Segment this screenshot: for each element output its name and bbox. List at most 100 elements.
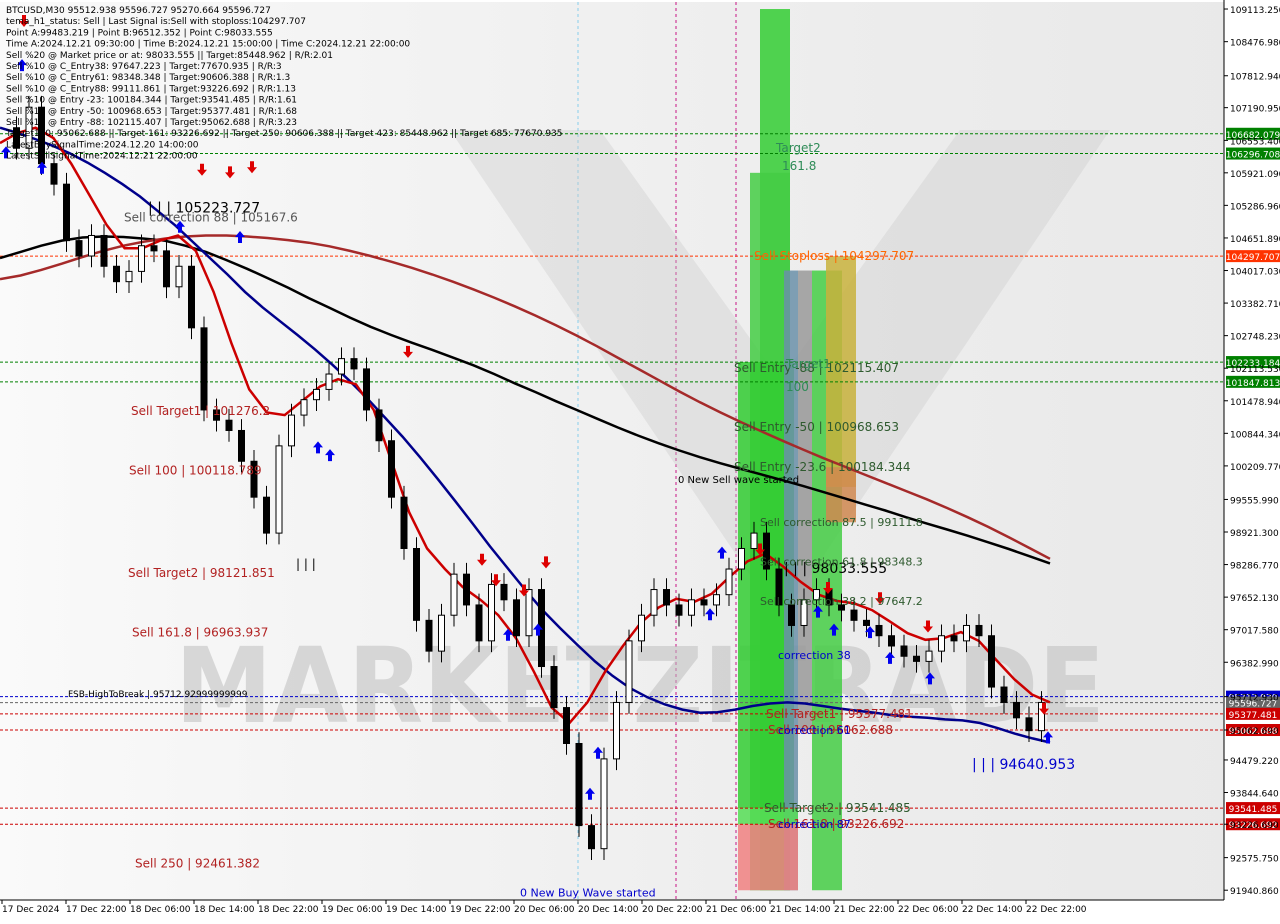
candle (413, 537, 420, 632)
info-line: BTCUSD,M30 95512.938 95596.727 95270.664… (6, 6, 271, 16)
left-label: Sell correction 88 | 105167.6 (124, 211, 298, 225)
x-tick-label: 21 Dec 14:00 (770, 905, 831, 915)
candle (188, 254, 195, 340)
x-tick-label: 20 Dec 06:00 (514, 905, 575, 915)
right-label: Sell Entry -50 | 100968.653 (734, 420, 899, 434)
info-line: Target100: 95062.688 || Target 161: 9322… (5, 129, 563, 139)
info-line: LatestBuySignalTime:2024.12.20 14:00:00 (6, 140, 199, 150)
candle (400, 485, 408, 560)
right-label: correction 61 (778, 724, 851, 737)
svg-text:93541.485: 93541.485 (1229, 805, 1278, 815)
info-line: Point A:99483.219 | Point B:96512.352 | … (6, 28, 273, 38)
x-tick-label: 20 Dec 22:00 (642, 905, 703, 915)
y-tick-label: 104651.890 (1230, 235, 1280, 245)
right-label: 161.8 (782, 159, 816, 173)
y-tick-label: 91940.860 (1230, 887, 1279, 897)
candle (63, 172, 70, 252)
x-tick-label: 19 Dec 22:00 (450, 905, 511, 915)
x-tick-label: 18 Dec 14:00 (194, 905, 255, 915)
svg-text:95377.481: 95377.481 (1229, 711, 1278, 721)
y-tick-label: 104017.030 (1230, 268, 1280, 278)
y-tick-label: 100209.770 (1230, 463, 1280, 473)
right-label: Target2 (775, 141, 821, 155)
left-label: Sell 100 | 100118.789 (129, 464, 262, 478)
y-tick-label: 99555.990 (1230, 496, 1279, 506)
right-label: 100 (786, 380, 809, 394)
x-tick-label: 17 Dec 22:00 (66, 905, 127, 915)
x-tick-label: 20 Dec 14:00 (578, 905, 639, 915)
right-label: Sell correction 87.5 | 99111.8 (760, 516, 923, 529)
green-level-2-badge: 106296.708 (1226, 147, 1280, 161)
y-tick-label: 101478.940 (1230, 398, 1280, 408)
candle (988, 624, 995, 699)
right-label: | | | 94640.953 (972, 757, 1075, 773)
y-tick-label: 105286.960 (1230, 202, 1280, 212)
y-tick-label: 97017.580 (1230, 627, 1279, 637)
info-line: Sell %10 @ Entry -50: 100968.653 | Targe… (6, 107, 297, 117)
info-line: Sell %10 @ C_Entry61: 98348.348 | Target… (6, 73, 290, 83)
y-tick-label: 98921.300 (1230, 529, 1279, 539)
right-label: 0 New Sell wave started (678, 475, 799, 486)
right-label: Sell Entry -23.6 | 100184.344 (734, 460, 910, 474)
green-level-4-badge: 101847.813 (1226, 375, 1280, 389)
x-tick-label: 21 Dec 22:00 (834, 905, 895, 915)
x-tick-label: 22 Dec 22:00 (1026, 905, 1087, 915)
right-label: Sell Target1 | 95377.481 (766, 707, 913, 721)
red-zone (738, 824, 798, 891)
left-label: Sell Target1 | 101276.2 (131, 404, 270, 418)
watermark-text: MARKETZITRADE (175, 625, 1105, 747)
right-label: correction 38 (778, 649, 851, 662)
info-line: Sell %10 @ C_Entry88: 99111.861 | Target… (6, 84, 296, 94)
left-label: | | | (296, 557, 316, 571)
candle (613, 691, 620, 771)
y-tick-label: 106553.400 (1230, 137, 1280, 147)
sell-target2-level-badge: 93541.485 (1226, 802, 1280, 815)
left-label: FSB-HighToBreak | 95712.92999999999 (68, 690, 248, 700)
right-label: Sell correction 38.2 | 97647.2 (760, 595, 923, 608)
y-tick-label: 103382.710 (1230, 300, 1280, 310)
right-label: Sell correction 61.8 | 98348.3 (760, 555, 923, 568)
info-line: Sell %10 @ Entry -23: 100184.344 | Targe… (6, 96, 297, 106)
svg-text:106296.708: 106296.708 (1226, 151, 1280, 161)
x-tick-label: 18 Dec 22:00 (258, 905, 319, 915)
info-line: Sell %20 @ Market price or at: 98033.555… (6, 51, 333, 61)
y-tick-label: 107812.940 (1230, 73, 1280, 83)
x-tick-label: 19 Dec 14:00 (386, 905, 447, 915)
left-label: Sell 250 | 92461.382 (135, 856, 260, 870)
x-tick-label: 18 Dec 06:00 (130, 905, 191, 915)
candle (600, 747, 608, 860)
candle (575, 732, 583, 837)
info-line: LatestSellSignalTime:2024.12.21 22:00:00 (6, 152, 198, 162)
info-line: Sell %10 @ Entry -88: 102115.407 | Targe… (6, 118, 297, 128)
info-line: tema_h1_status: Sell | Last Signal is:Se… (6, 17, 306, 27)
y-tick-label: 97652.130 (1230, 594, 1279, 604)
right-label: Sell Stoploss | 104297.707 (754, 249, 914, 263)
sell-target1-level-badge: 95377.481 (1226, 707, 1280, 721)
candle (625, 629, 633, 714)
x-tick-label: 21 Dec 06:00 (706, 905, 767, 915)
x-tick-label: 19 Dec 06:00 (322, 905, 383, 915)
y-tick-label: 102113.530 (1230, 365, 1280, 375)
y-tick-label: 107190.950 (1230, 105, 1280, 115)
left-label: Sell 161.8 | 96963.937 (132, 625, 268, 639)
y-tick-label: 100844.340 (1230, 430, 1280, 440)
right-label: correction 87 (778, 818, 851, 831)
y-tick-label: 109113.250 (1230, 6, 1280, 16)
y-tick-label: 93226.690 (1230, 821, 1279, 831)
y-tick-label: 105921.090 (1230, 170, 1280, 180)
y-tick-label: 108476.980 (1230, 39, 1280, 49)
y-tick-label: 102748.230 (1230, 333, 1280, 343)
candle (488, 573, 495, 653)
y-tick-label: 93844.640 (1230, 790, 1279, 800)
x-tick-label: 17 Dec 2024 (2, 905, 60, 915)
right-label: 0 New Buy Wave started (520, 886, 656, 899)
chart-window: MARKETZITRADE 104297.707 106682.079 106296… (0, 0, 1280, 920)
info-line: Sell %10 @ C_Entry38: 97647.223 | Target… (6, 62, 282, 72)
sell-stoploss-level-badge: 104297.707 (1226, 250, 1280, 263)
price-chart[interactable]: MARKETZITRADE 104297.707106682.079106296… (0, 0, 1280, 920)
y-tick-label: 95062.690 (1230, 727, 1279, 737)
y-tick-label: 95712.930 (1230, 694, 1279, 704)
right-label: Sell Target2 | 93541.485 (764, 801, 911, 815)
y-tick-label: 98286.770 (1230, 562, 1279, 572)
candle (388, 429, 395, 509)
